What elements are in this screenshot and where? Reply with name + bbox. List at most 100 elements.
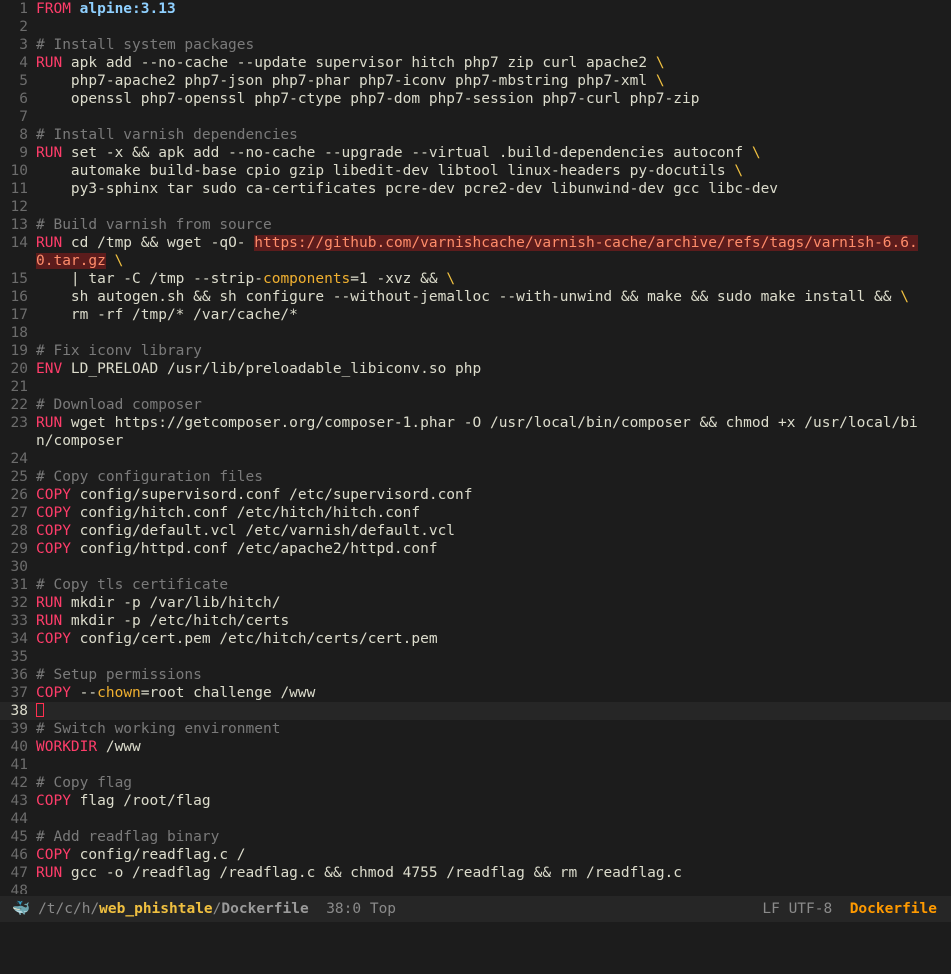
code-token: # Download composer — [36, 397, 202, 413]
line-code: # Add readflag binary — [36, 828, 951, 846]
code-line-wrap[interactable]: n/composer — [0, 432, 951, 450]
code-line-16[interactable]: 16 sh autogen.sh && sh configure --witho… — [0, 288, 951, 306]
code-line-38[interactable]: 38 — [0, 702, 951, 720]
code-line-35[interactable]: 35 — [0, 648, 951, 666]
code-line-17[interactable]: 17 rm -rf /tmp/* /var/cache/* — [0, 306, 951, 324]
code-editor[interactable]: 1 FROM alpine:3.13 2 3 # Install system pack… — [0, 0, 951, 894]
code-line-13[interactable]: 13 # Build varnish from source — [0, 216, 951, 234]
code-token: COPY — [36, 631, 71, 647]
line-code: openssl php7-openssl php7-ctype php7-dom… — [36, 90, 951, 108]
line-code: rm -rf /tmp/* /var/cache/* — [36, 306, 951, 324]
code-line-40[interactable]: 40 WORKDIR /www — [0, 738, 951, 756]
code-line-3[interactable]: 3 # Install system packages — [0, 36, 951, 54]
code-line-47[interactable]: 47 RUN gcc -o /readflag /readflag.c && ch… — [0, 864, 951, 882]
code-line-19[interactable]: 19 # Fix iconv library — [0, 342, 951, 360]
code-line-5[interactable]: 5 php7-apache2 php7-json php7-phar php7-… — [0, 72, 951, 90]
line-code: # Copy flag — [36, 774, 951, 792]
code-token: config/supervisord.conf /etc/supervisord… — [70, 487, 473, 503]
code-line-12[interactable]: 12 — [0, 198, 951, 216]
code-line-6[interactable]: 6 openssl php7-openssl php7-ctype php7-d… — [0, 90, 951, 108]
line-code: # Install system packages — [36, 36, 951, 54]
line-code: RUN mkdir -p /etc/hitch/certs — [36, 612, 951, 630]
code-token: RUN — [36, 55, 63, 71]
line-number: 1 — [19, 1, 28, 17]
code-token: wget https://getcomposer.org/composer-1.… — [62, 415, 918, 431]
code-line-26[interactable]: 26 COPY config/supervisord.conf /etc/supe… — [0, 486, 951, 504]
line-number: 35 — [10, 649, 28, 665]
code-token: sh autogen.sh && sh configure --without-… — [36, 289, 901, 305]
line-number: 41 — [10, 757, 28, 773]
code-line-25[interactable]: 25 # Copy configuration files — [0, 468, 951, 486]
code-line-1[interactable]: 1 FROM alpine:3.13 — [0, 0, 951, 18]
line-number: 46 — [10, 847, 28, 863]
code-line-43[interactable]: 43 COPY flag /root/flag — [0, 792, 951, 810]
line-code: 0.tar.gz \ — [36, 252, 951, 270]
code-token: py3-sphinx tar sudo ca-certificates pcre… — [36, 181, 779, 197]
code-line-37[interactable]: 37 COPY --chown=root challenge /www — [0, 684, 951, 702]
code-token: \ — [751, 145, 761, 161]
code-line-23[interactable]: 23 RUN wget https://getcomposer.org/compo… — [0, 414, 951, 432]
code-token: RUN — [36, 145, 63, 161]
code-line-18[interactable]: 18 — [0, 324, 951, 342]
line-code: # Copy tls certificate — [36, 576, 951, 594]
file-name: Dockerfile — [221, 901, 309, 917]
code-line-11[interactable]: 11 py3-sphinx tar sudo ca-certificates p… — [0, 180, 951, 198]
code-line-15[interactable]: 15 | tar -C /tmp --strip-components=1 -x… — [0, 270, 951, 288]
line-code: # Build varnish from source — [36, 216, 951, 234]
code-token: # Add readflag binary — [36, 829, 220, 845]
code-line-14[interactable]: 14 RUN cd /tmp && wget -qO- https://githu… — [0, 234, 951, 252]
code-token: apk add --no-cache --update supervisor h… — [62, 55, 656, 71]
code-line-33[interactable]: 33 RUN mkdir -p /etc/hitch/certs — [0, 612, 951, 630]
line-code: COPY config/hitch.conf /etc/hitch/hitch.… — [36, 504, 951, 522]
code-token: =1 -xvz && — [350, 271, 447, 287]
line-number: 25 — [10, 469, 28, 485]
line-number: 38 — [10, 703, 28, 719]
code-line-7[interactable]: 7 — [0, 108, 951, 126]
code-token: COPY — [36, 541, 71, 557]
code-line-27[interactable]: 27 COPY config/hitch.conf /etc/hitch/hitc… — [0, 504, 951, 522]
code-token: alpine:3.13 — [79, 1, 176, 17]
line-number: 26 — [10, 487, 28, 503]
code-line-29[interactable]: 29 COPY config/httpd.conf /etc/apache2/ht… — [0, 540, 951, 558]
code-line-22[interactable]: 22 # Download composer — [0, 396, 951, 414]
code-line-20[interactable]: 20 ENV LD_PRELOAD /usr/lib/preloadable_li… — [0, 360, 951, 378]
code-line-28[interactable]: 28 COPY config/default.vcl /etc/varnish/d… — [0, 522, 951, 540]
code-line-2[interactable]: 2 — [0, 18, 951, 36]
code-token: # Build varnish from source — [36, 217, 272, 233]
code-line-9[interactable]: 9 RUN set -x && apk add --no-cache --upgr… — [0, 144, 951, 162]
code-line-wrap[interactable]: 0.tar.gz \ — [0, 252, 951, 270]
code-line-30[interactable]: 30 — [0, 558, 951, 576]
code-line-34[interactable]: 34 COPY config/cert.pem /etc/hitch/certs/… — [0, 630, 951, 648]
line-code: # Copy configuration files — [36, 468, 951, 486]
code-line-41[interactable]: 41 — [0, 756, 951, 774]
code-line-4[interactable]: 4 RUN apk add --no-cache --update supervi… — [0, 54, 951, 72]
project-name: web_phishtale — [99, 901, 213, 917]
code-line-45[interactable]: 45 # Add readflag binary — [0, 828, 951, 846]
line-code: # Install varnish dependencies — [36, 126, 951, 144]
line-number: 33 — [10, 613, 28, 629]
line-number: 30 — [10, 559, 28, 575]
code-line-44[interactable]: 44 — [0, 810, 951, 828]
code-line-21[interactable]: 21 — [0, 378, 951, 396]
code-token: config/cert.pem /etc/hitch/certs/cert.pe… — [70, 631, 438, 647]
code-line-39[interactable]: 39 # Switch working environment — [0, 720, 951, 738]
code-token: \ — [446, 271, 456, 287]
code-line-8[interactable]: 8 # Install varnish dependencies — [0, 126, 951, 144]
code-line-24[interactable]: 24 — [0, 450, 951, 468]
code-token: COPY — [36, 847, 71, 863]
code-line-32[interactable]: 32 RUN mkdir -p /var/lib/hitch/ — [0, 594, 951, 612]
code-line-10[interactable]: 10 automake build-base cpio gzip libedit… — [0, 162, 951, 180]
code-token: config/httpd.conf /etc/apache2/httpd.con… — [70, 541, 438, 557]
line-number: 13 — [10, 217, 28, 233]
line-number: 22 — [10, 397, 28, 413]
code-token: # Copy tls certificate — [36, 577, 229, 593]
code-line-48[interactable]: 48 — [0, 882, 951, 894]
code-line-46[interactable]: 46 COPY config/readflag.c / — [0, 846, 951, 864]
line-number: 40 — [10, 739, 28, 755]
code-line-36[interactable]: 36 # Setup permissions — [0, 666, 951, 684]
code-line-42[interactable]: 42 # Copy flag — [0, 774, 951, 792]
code-line-31[interactable]: 31 # Copy tls certificate — [0, 576, 951, 594]
line-number: 47 — [10, 865, 28, 881]
code-token: # Copy flag — [36, 775, 133, 791]
